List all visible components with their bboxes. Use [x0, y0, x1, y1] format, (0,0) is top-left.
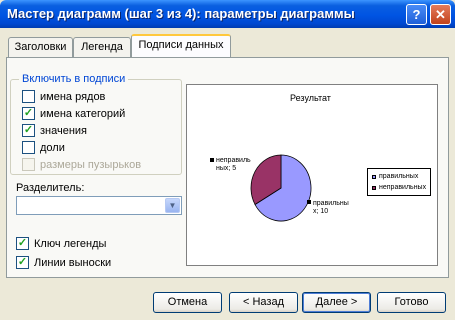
label-marker-correct: [307, 200, 311, 204]
next-button[interactable]: Далее >: [302, 292, 371, 313]
chart-legend: правильных неправильных: [367, 168, 431, 196]
data-label-incorrect: неправиль ных; 5: [216, 157, 251, 172]
legend-label-correct: правильных: [379, 173, 419, 180]
legend-item-correct: правильных: [372, 173, 418, 180]
back-button[interactable]: < Назад: [229, 292, 298, 313]
legend-swatch-correct: [372, 174, 376, 179]
tab-data-labels[interactable]: Подписи данных: [131, 34, 231, 57]
data-label-correct: правильны х; 10: [313, 200, 349, 215]
finish-button[interactable]: Готово: [377, 292, 446, 313]
cancel-button[interactable]: Отмена: [153, 292, 222, 313]
label-marker-incorrect: [210, 158, 214, 162]
legend-label-incorrect: неправильных: [379, 184, 427, 191]
legend-item-incorrect: неправильных: [372, 184, 426, 191]
legend-swatch-incorrect: [372, 185, 376, 190]
